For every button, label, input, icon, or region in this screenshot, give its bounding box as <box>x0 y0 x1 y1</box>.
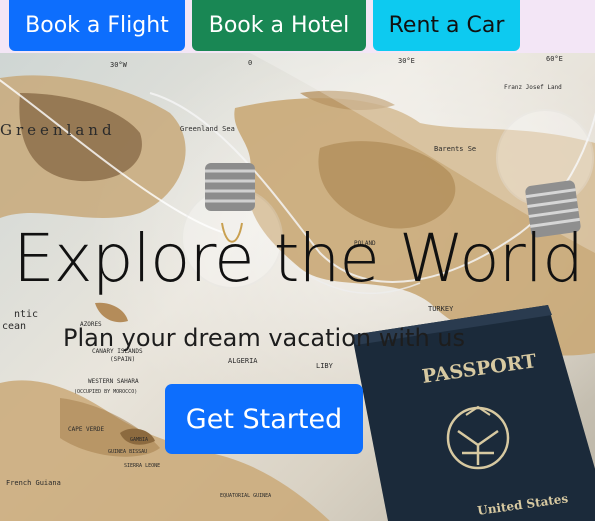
map-label: Barents Se <box>434 145 476 153</box>
get-started-button[interactable]: Get Started <box>165 384 363 454</box>
hero-section: PASSPORT United States 30°W 0 30°E 60°E … <box>0 53 595 521</box>
top-nav: Book a Flight Book a Hotel Rent a Car <box>0 0 595 53</box>
map-label: Franz Josef Land <box>504 84 562 91</box>
book-flight-button[interactable]: Book a Flight <box>9 0 185 51</box>
map-label: Greenland <box>0 121 116 139</box>
map-label: (SPAIN) <box>110 356 135 363</box>
map-label: SIERRA LEONE <box>124 463 160 469</box>
rent-car-button[interactable]: Rent a Car <box>373 0 520 51</box>
map-label: LIBY <box>316 362 334 370</box>
map-label: TURKEY <box>428 305 454 313</box>
map-label: ntic <box>14 309 38 320</box>
map-label: ALGERIA <box>228 357 258 365</box>
map-label: (OCCUPIED BY MOROCCO) <box>74 389 137 395</box>
map-label: GAMBIA <box>130 437 148 443</box>
map-label: Greenland Sea <box>180 125 235 133</box>
map-label: EQUATORIAL GUINEA <box>220 493 271 499</box>
map-label: GUINEA BISSAU <box>108 449 147 455</box>
hero-title: Explore the World <box>12 220 584 297</box>
map-label: CAPE VERDE <box>68 426 105 433</box>
hero-subtitle: Plan your dream vacation with us <box>62 324 465 352</box>
map-label: 30°W <box>110 61 128 69</box>
map-label: 60°E <box>546 55 563 63</box>
map-label: French Guiana <box>6 479 61 487</box>
map-label: WESTERN SAHARA <box>88 378 139 385</box>
map-label: 0 <box>248 59 252 67</box>
book-hotel-button[interactable]: Book a Hotel <box>192 0 366 51</box>
map-label: 30°E <box>398 57 415 65</box>
